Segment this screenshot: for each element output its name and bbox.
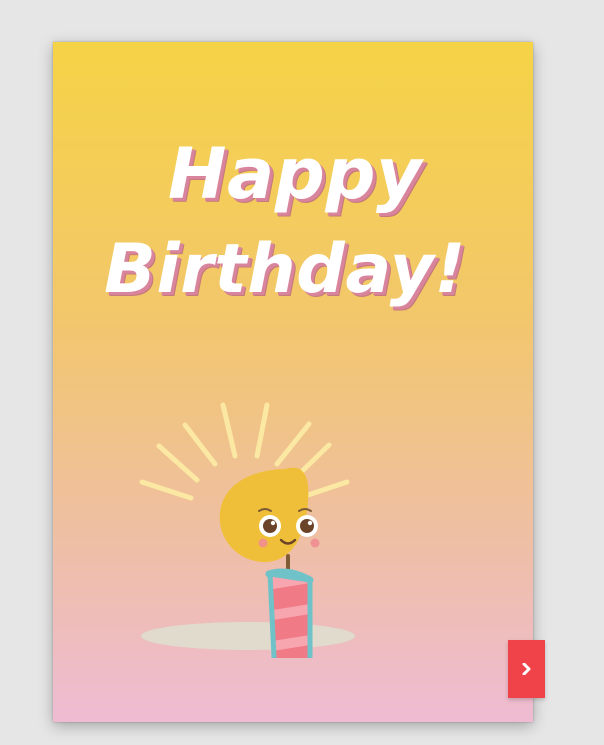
right-eye-shine <box>307 520 313 526</box>
card-title: Happy Birthday! <box>53 126 533 318</box>
left-eye-pupil <box>263 519 277 533</box>
right-eye-pupil <box>300 519 314 533</box>
ray-1 <box>139 479 194 501</box>
app-stage: Happy Birthday! <box>0 0 604 745</box>
candle-icon <box>139 402 355 681</box>
next-button[interactable] <box>508 640 545 698</box>
ray-5 <box>254 402 270 459</box>
candle-shadow <box>141 622 355 650</box>
title-line-birthday: Birthday! <box>104 230 466 309</box>
left-cheek <box>258 538 268 548</box>
ray-3 <box>182 422 218 467</box>
left-eye-shine <box>270 520 276 526</box>
right-cheek <box>310 538 320 548</box>
chevron-right-icon <box>522 663 530 675</box>
birthday-card: Happy Birthday! <box>53 42 533 722</box>
candle-illustration <box>139 358 359 681</box>
flame-body <box>219 467 309 562</box>
ray-6 <box>274 421 312 467</box>
ray-2 <box>156 443 200 483</box>
title-line-happy: Happy <box>167 133 423 215</box>
ray-4 <box>220 402 238 459</box>
